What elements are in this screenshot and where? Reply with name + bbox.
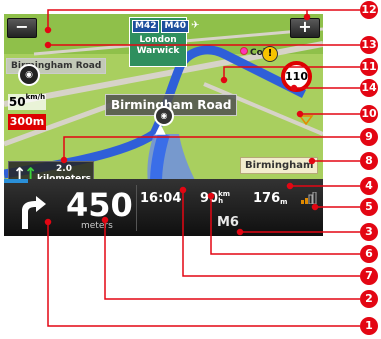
camera-speed-limit: 50km/h [8, 94, 46, 110]
speed-limit-sign: 110 [281, 61, 312, 92]
navigation-screen[interactable]: − + M42 M40 ✈ London Warwick Birmingham … [4, 14, 323, 236]
current-speed[interactable]: 90km h [200, 191, 230, 207]
gps-signal-icon[interactable] [300, 192, 318, 204]
callout-badge: 14 [360, 79, 378, 97]
poi-icon [240, 47, 248, 55]
lane-distance-value: 2.0 [56, 164, 72, 174]
speed-camera-icon: ◉ [18, 64, 40, 86]
vehicle-position-icon: ▲ [155, 121, 166, 137]
remaining-unit: m [280, 198, 288, 206]
callout-badge: 4 [360, 177, 378, 195]
turn-distance-unit: meters [81, 221, 113, 231]
airplane-icon: ✈ [190, 20, 200, 31]
remaining-value: 176 [253, 191, 281, 206]
signpost-destination: London [139, 35, 177, 45]
remaining-distance[interactable]: 176m [253, 191, 287, 206]
speed-camera-alert[interactable]: ◉ 50km/h 300m [8, 60, 46, 140]
zoom-out-button[interactable]: − [7, 18, 37, 38]
warning-icon[interactable]: ! [262, 46, 278, 62]
arrival-time[interactable]: 16:04 [140, 191, 181, 206]
callout-badge: 8 [360, 152, 378, 170]
divider [136, 185, 137, 231]
callout-badge: 9 [360, 128, 378, 146]
camera-speed-value: 50 [8, 95, 26, 109]
current-road-label: M6 [217, 215, 239, 230]
camera-distance: 300m [8, 114, 46, 130]
callout-badge: 11 [360, 58, 378, 76]
callout-badge: 12 [360, 1, 378, 19]
callout-badge: 1 [360, 317, 378, 335]
route-progress-bar [4, 179, 28, 183]
callout-badge: 2 [360, 290, 378, 308]
signpost-destination: Warwick [136, 46, 180, 56]
callout-badge: 6 [360, 245, 378, 263]
highway-shield: M42 [132, 20, 160, 33]
zoom-in-button[interactable]: + [290, 18, 320, 38]
turn-right-icon[interactable] [14, 193, 52, 231]
camera-speed-unit: km/h [25, 93, 46, 101]
callout-badge: 5 [360, 198, 378, 216]
speed-unit: km h [218, 191, 230, 205]
next-street-label: Birmingham [240, 157, 319, 174]
turn-distance[interactable]: 450 [66, 189, 133, 221]
callout-badge: 3 [360, 223, 378, 241]
highway-shield: M40 [161, 20, 189, 33]
callout-badge: 13 [360, 36, 378, 54]
status-bar: 450 meters 16:04 90km h 176m M6 [4, 179, 323, 236]
speed-value: 90 [200, 191, 219, 206]
highway-signpost: M42 M40 ✈ London Warwick [129, 17, 199, 67]
speed-unit-bottom: h [218, 197, 224, 205]
callout-badge: 7 [360, 267, 378, 285]
callout-badge: 10 [360, 105, 378, 123]
